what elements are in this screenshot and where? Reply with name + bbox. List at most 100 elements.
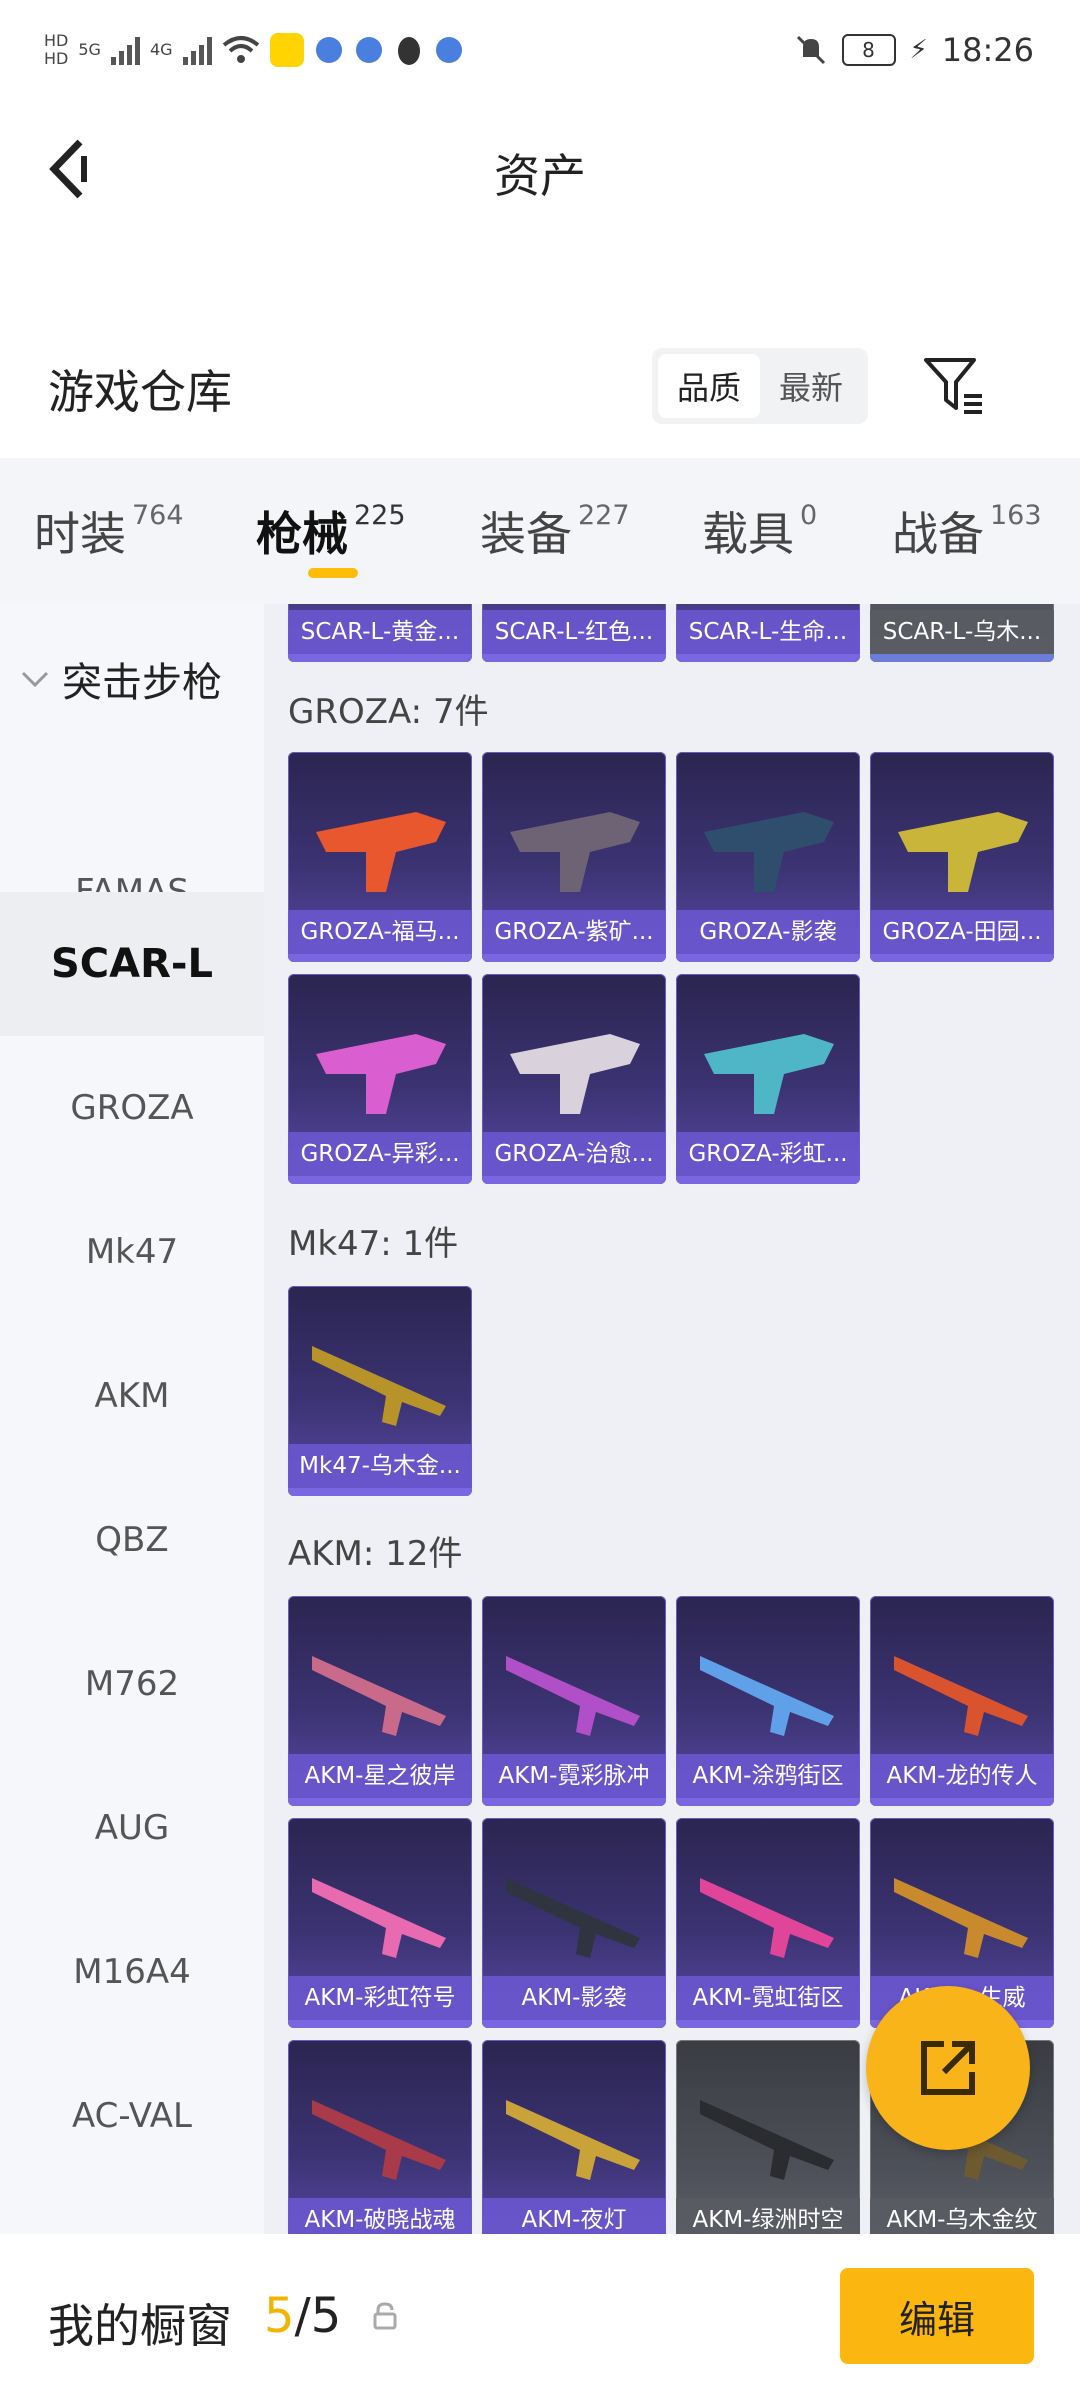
network-type-left: 5G <box>78 40 101 59</box>
mute-icon <box>796 35 825 65</box>
skin-name: AKM-影袭 <box>482 1976 666 2020</box>
weapon-image <box>894 1878 1028 1958</box>
sort-quality-button[interactable]: 品质 <box>658 354 760 418</box>
card-bar <box>870 1798 1054 1806</box>
tab-supplies[interactable]: 战备 163 <box>892 498 1042 564</box>
tab-count: 227 <box>578 500 630 531</box>
edit-button[interactable]: 编辑 <box>840 2268 1034 2364</box>
card-bar <box>288 1798 472 1806</box>
skin-name: AKM-霓彩脉冲 <box>482 1754 666 1798</box>
showcase-count-total: 5 <box>310 2288 342 2344</box>
tab-equipment[interactable]: 装备 227 <box>480 498 630 564</box>
sidebar-item-ac-val[interactable]: AC-VAL <box>0 2044 264 2188</box>
showcase-count-current: 5 <box>264 2288 295 2344</box>
sidebar-item-m16a4[interactable]: M16A4 <box>0 1900 264 2044</box>
tab-count: 0 <box>800 500 818 531</box>
sidebar-item-aug[interactable]: AUG <box>0 1756 264 1900</box>
skin-card[interactable]: AKM-彩虹符号 <box>288 1818 472 2028</box>
status-bar: HD HD 5G 4G 8 ⚡ 18:26 <box>0 0 1080 100</box>
skin-name: Mk47-乌木金... <box>288 1444 472 1488</box>
weapon-image <box>704 812 834 892</box>
card-bar <box>482 2020 666 2028</box>
skin-card[interactable]: SCAR-L-黄金... <box>288 604 472 662</box>
skin-name: SCAR-L-黄金... <box>288 610 472 654</box>
category-header-assault-rifle[interactable]: 突击步枪 <box>20 650 222 708</box>
skin-card[interactable]: GROZA-影袭 <box>676 752 860 962</box>
group-title-groza: GROZA: 7件 <box>288 692 489 732</box>
sidebar-item-akm[interactable]: AKM <box>0 1324 264 1468</box>
card-bar <box>482 1176 666 1184</box>
skin-name: AKM-龙的传人 <box>870 1754 1054 1798</box>
skin-name: AKM-星之彼岸 <box>288 1754 472 1798</box>
skin-card[interactable]: AKM-霓虹街区 <box>676 1818 860 2028</box>
skin-name: SCAR-L-生命... <box>676 610 860 654</box>
skin-name: AKM-彩虹符号 <box>288 1976 472 2020</box>
tab-vehicles[interactable]: 载具 0 <box>702 498 817 564</box>
skin-card[interactable]: GROZA-福马... <box>288 752 472 962</box>
card-bar <box>676 2020 860 2028</box>
skin-card[interactable]: AKM-星之彼岸 <box>288 1596 472 1806</box>
showcase-title: 我的橱窗 <box>48 2299 232 2353</box>
warehouse-title: 游戏仓库 <box>48 365 232 419</box>
skin-name: AKM-夜灯 <box>482 2198 666 2234</box>
chevron-down-icon <box>21 671 49 688</box>
sidebar-item-scar-l[interactable]: SCAR-L <box>0 892 264 1036</box>
skin-card[interactable]: GROZA-异彩... <box>288 974 472 1184</box>
skin-name: SCAR-L-乌木... <box>870 610 1054 654</box>
skin-card[interactable]: AKM-绿洲时空 <box>676 2040 860 2234</box>
tab-count: 225 <box>354 500 406 531</box>
signal-icon-2 <box>182 35 212 65</box>
skin-card[interactable]: GROZA-田园... <box>870 752 1054 962</box>
skin-card[interactable]: AKM-夜灯 <box>482 2040 666 2234</box>
skin-card[interactable]: SCAR-L-生命... <box>676 604 860 662</box>
tab-fashion[interactable]: 时装 764 <box>34 498 184 564</box>
sidebar-item-m762[interactable]: M762 <box>0 1612 264 1756</box>
sidebar-item-groza[interactable]: GROZA <box>0 1036 264 1180</box>
card-bar <box>676 1798 860 1806</box>
skin-card[interactable]: AKM-影袭 <box>482 1818 666 2028</box>
weapon-category-sidebar: 突击步枪 FAMAS SCAR-L GROZA Mk47 AKM QBZ M76… <box>0 604 264 2234</box>
skin-card[interactable]: GROZA-治愈... <box>482 974 666 1184</box>
skin-card[interactable]: AKM-龙的传人 <box>870 1596 1054 1806</box>
skin-name: GROZA-田园... <box>870 910 1054 954</box>
app-notification-icon <box>269 33 304 67</box>
card-bar <box>482 1798 666 1806</box>
sidebar-item-qbz[interactable]: QBZ <box>0 1468 264 1612</box>
weapon-image <box>700 2100 834 2180</box>
signal-icon <box>110 35 140 65</box>
card-bar <box>482 954 666 962</box>
skin-name: GROZA-紫矿... <box>482 910 666 954</box>
card-bar <box>676 1176 860 1184</box>
network-type-right: 4G <box>149 40 173 59</box>
skin-card[interactable]: GROZA-彩虹... <box>676 974 860 1184</box>
skin-card[interactable]: SCAR-L-乌木... <box>870 604 1054 662</box>
showcase-bar: 我的橱窗 5/5 编辑 <box>0 2234 1080 2400</box>
page-title: 资产 <box>494 149 586 203</box>
category-tabs: 时装 764 枪械 225 装备 227 载具 0 战备 163 <box>0 458 1080 604</box>
card-bar <box>870 654 1054 662</box>
skin-name: AKM-破晓战魂 <box>288 2198 472 2234</box>
skin-card[interactable]: Mk47-乌木金... <box>288 1286 472 1496</box>
skin-card[interactable]: GROZA-紫矿... <box>482 752 666 962</box>
tab-firearms[interactable]: 枪械 225 <box>256 498 406 564</box>
card-bar <box>288 954 472 962</box>
skin-card[interactable]: SCAR-L-红色... <box>482 604 666 662</box>
card-bar <box>288 1176 472 1184</box>
app-notification-icon-3 <box>355 37 382 63</box>
card-bar <box>870 954 1054 962</box>
active-tab-indicator <box>308 568 358 578</box>
weapon-image <box>506 2100 640 2180</box>
weapon-image <box>316 1034 446 1114</box>
card-bar <box>288 1488 472 1496</box>
showcase-count-separator: / <box>294 2288 311 2344</box>
skin-card[interactable]: AKM-涂鸦街区 <box>676 1596 860 1806</box>
share-button[interactable] <box>866 1986 1030 2150</box>
group-title-mk47: Mk47: 1件 <box>288 1224 459 1264</box>
sidebar-item-mk47[interactable]: Mk47 <box>0 1180 264 1324</box>
filter-icon[interactable] <box>922 356 986 416</box>
sort-newest-button[interactable]: 最新 <box>760 354 862 418</box>
skin-name: GROZA-影袭 <box>676 910 860 954</box>
skin-card[interactable]: AKM-破晓战魂 <box>288 2040 472 2234</box>
skin-card[interactable]: AKM-霓彩脉冲 <box>482 1596 666 1806</box>
card-bar <box>676 954 860 962</box>
